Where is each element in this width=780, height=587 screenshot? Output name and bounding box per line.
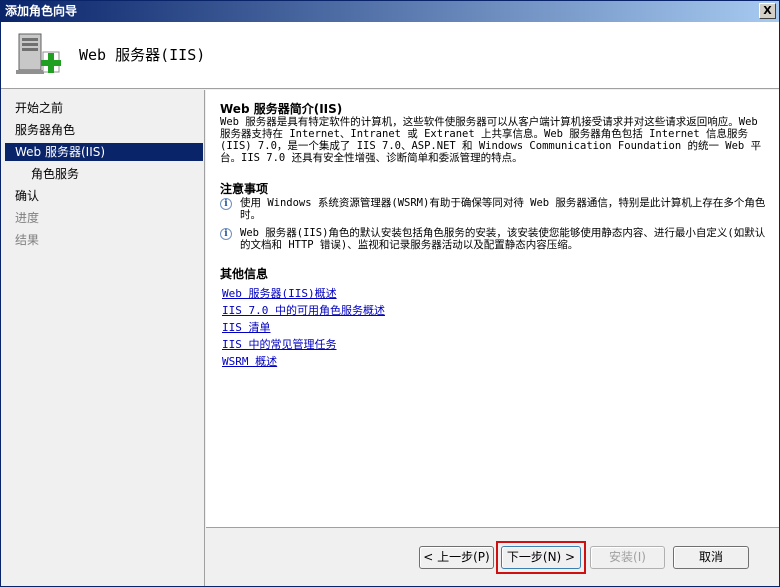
note-text: 使用 Windows 系统资源管理器(WSRM)有助于确保等同对待 Web 服务… [240, 197, 766, 221]
link-iis-common-tasks[interactable]: IIS 中的常见管理任务 [222, 336, 337, 352]
sidebar-item-progress: 进度 [15, 211, 40, 225]
back-button[interactable]: < 上一步(P) [419, 546, 494, 569]
add-roles-wizard-window: 添加角色向导 X Web 服务器(IIS) 开始之前 服务器角色 Web 服务器… [0, 0, 780, 587]
content-pane: Web 服务器简介(IIS) Web 服务器是具有特定软件的计算机，这些软件使服… [206, 90, 779, 528]
close-button[interactable]: X [759, 3, 776, 19]
sidebar-item-results: 结果 [15, 233, 40, 247]
sidebar-item-server-roles[interactable]: 服务器角色 [5, 121, 203, 139]
sidebar-item-role-services[interactable]: 角色服务 [5, 165, 203, 183]
cancel-button[interactable]: 取消 [673, 546, 749, 569]
next-button-highlight [496, 541, 586, 574]
intro-text: Web 服务器是具有特定软件的计算机，这些软件使服务器可以从客户端计算机接受请求… [220, 116, 762, 164]
install-button: 安装(I) [590, 546, 665, 569]
note-item: i Web 服务器(IIS)角色的默认安装包括角色服务的安装，该安装使您能够使用… [220, 227, 770, 253]
wizard-steps-sidebar: 开始之前 服务器角色 Web 服务器(IIS) 角色服务 确认 进度 结果 [1, 90, 205, 586]
link-wsrm-overview[interactable]: WSRM 概述 [222, 353, 277, 369]
intro-heading: Web 服务器简介(IIS) [220, 102, 343, 116]
sidebar-item-before-you-begin[interactable]: 开始之前 [5, 99, 203, 117]
notes-heading: 注意事项 [220, 182, 269, 196]
info-icon: i [220, 198, 232, 210]
sidebar-item-web-server[interactable]: Web 服务器(IIS) [5, 143, 203, 161]
link-role-services-overview[interactable]: IIS 7.0 中的可用角色服务概述 [222, 302, 385, 318]
window-title: 添加角色向导 [5, 4, 78, 18]
link-web-server-overview[interactable]: Web 服务器(IIS)概述 [222, 285, 337, 301]
info-icon: i [220, 228, 232, 240]
title-bar[interactable]: 添加角色向导 X [1, 1, 779, 22]
page-title: Web 服务器(IIS) [79, 46, 206, 64]
note-text: Web 服务器(IIS)角色的默认安装包括角色服务的安装，该安装使您能够使用静态… [240, 227, 766, 251]
wizard-header: Web 服务器(IIS) [1, 22, 779, 89]
more-info-heading: 其他信息 [220, 267, 269, 281]
sidebar-item-confirmation[interactable]: 确认 [5, 187, 203, 205]
note-item: i 使用 Windows 系统资源管理器(WSRM)有助于确保等同对待 Web … [220, 197, 770, 223]
link-iis-checklist[interactable]: IIS 清单 [222, 319, 271, 335]
server-add-icon [16, 33, 61, 74]
